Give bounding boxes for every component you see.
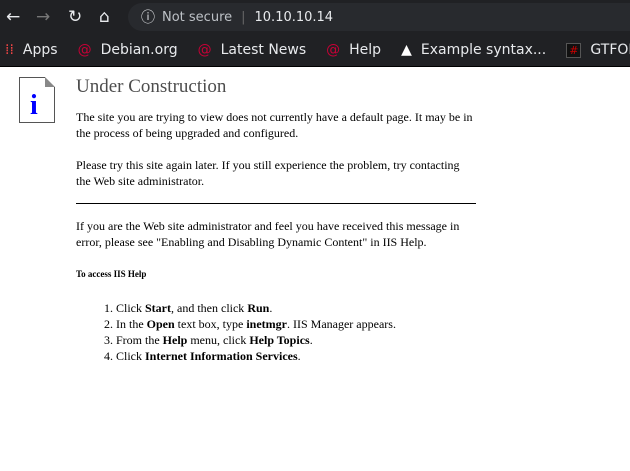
debian-icon: @ [77, 42, 92, 58]
debian-icon: @ [326, 42, 341, 58]
bookmark-example-syntax[interactable]: ▲ Example syntax... [401, 42, 546, 58]
step-item: From the Help menu, click Help Topics. [116, 332, 476, 348]
paragraph-2: Please try this site again later. If you… [76, 158, 460, 188]
info-icon[interactable]: ⓘ [141, 7, 155, 27]
url-text[interactable]: 10.10.10.14 [255, 10, 334, 25]
help-steps: Click Start, and then click Run. In the … [116, 300, 476, 364]
security-label: Not secure [162, 9, 233, 25]
home-icon[interactable]: ⌂ [99, 7, 110, 27]
address-bar[interactable]: ⓘ Not secure | 10.10.10.14 [128, 3, 630, 31]
bookmark-debian[interactable]: @ Debian.org [78, 42, 178, 58]
bookmark-label: Debian.org [100, 42, 178, 58]
gtfobins-icon: # [566, 42, 582, 58]
step-item: In the Open text box, type inetmgr. IIS … [116, 316, 476, 332]
info-document-icon: i [19, 77, 55, 123]
bookmark-help[interactable]: @ Help [326, 42, 381, 58]
page-title: Under Construction [76, 76, 227, 97]
linux-tux-icon: ▲ [401, 42, 412, 58]
bookmarks-bar: ⁞⁞ Apps @ Debian.org @ Latest News @ Help ▲ E… [0, 34, 630, 66]
back-icon[interactable]: ← [6, 7, 20, 27]
bookmark-label: Help [349, 42, 382, 58]
step-item: Click Internet Information Services. [116, 348, 476, 364]
page-content: i Under Construction The site you are tr… [0, 66, 630, 471]
bookmark-latest-news[interactable]: @ Latest News [198, 42, 307, 58]
debian-icon: @ [197, 42, 212, 58]
help-heading: To access IIS Help [76, 269, 147, 279]
browser-chrome: ← → ↻ ⌂ ⓘ Not secure | 10.10.10.14 ⁞⁞ App… [0, 0, 630, 66]
bookmark-apps[interactable]: ⁞⁞ Apps [5, 42, 58, 58]
paragraph-3: If you are the Web site administrator an… [76, 219, 460, 249]
divider [76, 203, 476, 204]
step-item: Click Start, and then click Run. [116, 300, 476, 316]
bookmark-label: Apps [22, 42, 58, 58]
apps-grid-icon: ⁞⁞ [5, 42, 14, 58]
reload-icon[interactable]: ↻ [68, 7, 82, 27]
bookmark-label: Example syntax... [420, 42, 547, 58]
forward-icon[interactable]: → [36, 7, 50, 27]
bookmark-gtfobins[interactable]: # GTFOBins [566, 42, 630, 58]
bookmark-label: GTFOBins [590, 42, 630, 58]
bookmark-label: Latest News [220, 42, 307, 58]
paragraph-1: The site you are trying to view does not… [76, 110, 473, 140]
